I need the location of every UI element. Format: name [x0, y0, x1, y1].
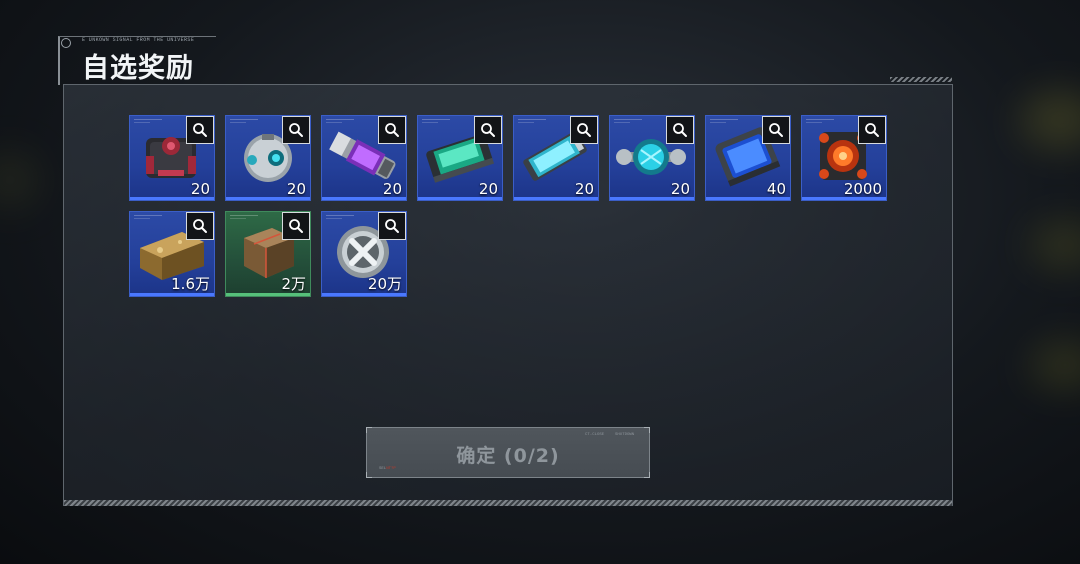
card-decoration [518, 122, 534, 123]
magnifier-icon[interactable] [474, 116, 502, 144]
rarity-bar [514, 197, 598, 200]
rarity-bar [322, 293, 406, 296]
magnifier-icon[interactable] [858, 116, 886, 144]
reward-quantity: 2000 [843, 180, 882, 198]
card-decoration [326, 218, 342, 219]
button-tag-left: SELNT?P [379, 467, 396, 471]
reward-quantity: 20 [478, 180, 498, 198]
reward-item[interactable]: 20 [417, 115, 503, 201]
card-decoration [326, 119, 354, 120]
reward-quantity: 20 [286, 180, 306, 198]
card-decoration [710, 119, 738, 120]
reward-item[interactable]: 2万 [225, 211, 311, 297]
window-title-block: E UNKOWN SIGNAL FROM THE UNIVERSE 自选奖励 [58, 36, 216, 85]
magnifier-icon[interactable] [378, 116, 406, 144]
reward-item[interactable]: 20 [513, 115, 599, 201]
button-corner [644, 472, 650, 478]
card-decoration [134, 122, 150, 123]
magnifier-icon[interactable] [282, 212, 310, 240]
card-decoration [422, 122, 438, 123]
card-decoration [134, 119, 162, 120]
reward-quantity: 20 [574, 180, 594, 198]
reward-grid: 20 20 20 20 20 20 40 2000 1.6万 2万 20万 [129, 115, 887, 297]
reward-item[interactable]: 1.6万 [129, 211, 215, 297]
background-glow [1030, 220, 1080, 270]
reward-item[interactable]: 20 [609, 115, 695, 201]
confirm-button-label: 确定 (0/2) [456, 445, 560, 467]
background-glow [0, 150, 40, 210]
magnifier-icon[interactable] [282, 116, 310, 144]
card-decoration [614, 119, 642, 120]
card-decoration [422, 119, 450, 120]
reward-item[interactable]: 2000 [801, 115, 887, 201]
rarity-bar [130, 293, 214, 296]
reward-quantity: 1.6万 [171, 275, 210, 293]
card-decoration [230, 119, 258, 120]
reward-quantity: 20万 [367, 275, 402, 293]
magnifier-icon[interactable] [186, 212, 214, 240]
background-glow [1030, 340, 1080, 390]
panel-hatch-decoration [890, 77, 952, 82]
rarity-bar [610, 197, 694, 200]
reward-item[interactable]: 20 [129, 115, 215, 201]
card-decoration [326, 122, 342, 123]
rarity-bar [418, 197, 502, 200]
reward-quantity: 20 [670, 180, 690, 198]
reward-quantity: 20 [190, 180, 210, 198]
card-decoration [134, 218, 150, 219]
crosshair-icon [61, 38, 71, 48]
card-decoration [230, 122, 246, 123]
panel-hatch-decoration [64, 500, 952, 506]
card-decoration [710, 122, 726, 123]
reward-quantity: 20 [382, 180, 402, 198]
reward-item[interactable]: 20万 [321, 211, 407, 297]
rarity-bar [322, 197, 406, 200]
rarity-bar [802, 197, 886, 200]
magnifier-icon[interactable] [666, 116, 694, 144]
rarity-bar [706, 197, 790, 200]
reward-item[interactable]: 20 [321, 115, 407, 201]
rarity-bar [226, 293, 310, 296]
card-decoration [134, 215, 162, 216]
card-decoration [806, 119, 834, 120]
confirm-button[interactable]: CT-CLOSE SHUTDOWN 确定 (0/2) SELNT?P [366, 427, 650, 478]
card-decoration [806, 122, 822, 123]
button-tag-left-red: NT?P [386, 467, 396, 471]
reward-item[interactable]: 20 [225, 115, 311, 201]
magnifier-icon[interactable] [762, 116, 790, 144]
card-decoration [614, 122, 630, 123]
rarity-bar [130, 197, 214, 200]
magnifier-icon[interactable] [570, 116, 598, 144]
button-tag-right-1: CT-CLOSE [585, 433, 605, 437]
background-glow [1020, 90, 1080, 150]
button-corner [366, 472, 372, 478]
button-corner [366, 427, 372, 433]
magnifier-icon[interactable] [186, 116, 214, 144]
button-tag-right-2: SHUTDOWN [615, 433, 635, 437]
window-subtitle: E UNKOWN SIGNAL FROM THE UNIVERSE [82, 37, 195, 43]
reward-quantity: 2万 [281, 275, 306, 293]
button-corner [644, 427, 650, 433]
card-decoration [230, 215, 258, 216]
reward-item[interactable]: 40 [705, 115, 791, 201]
card-decoration [326, 215, 354, 216]
page-title: 自选奖励 [82, 53, 194, 84]
reward-quantity: 40 [766, 180, 786, 198]
magnifier-icon[interactable] [378, 212, 406, 240]
card-decoration [518, 119, 546, 120]
rarity-bar [226, 197, 310, 200]
card-decoration [230, 218, 246, 219]
